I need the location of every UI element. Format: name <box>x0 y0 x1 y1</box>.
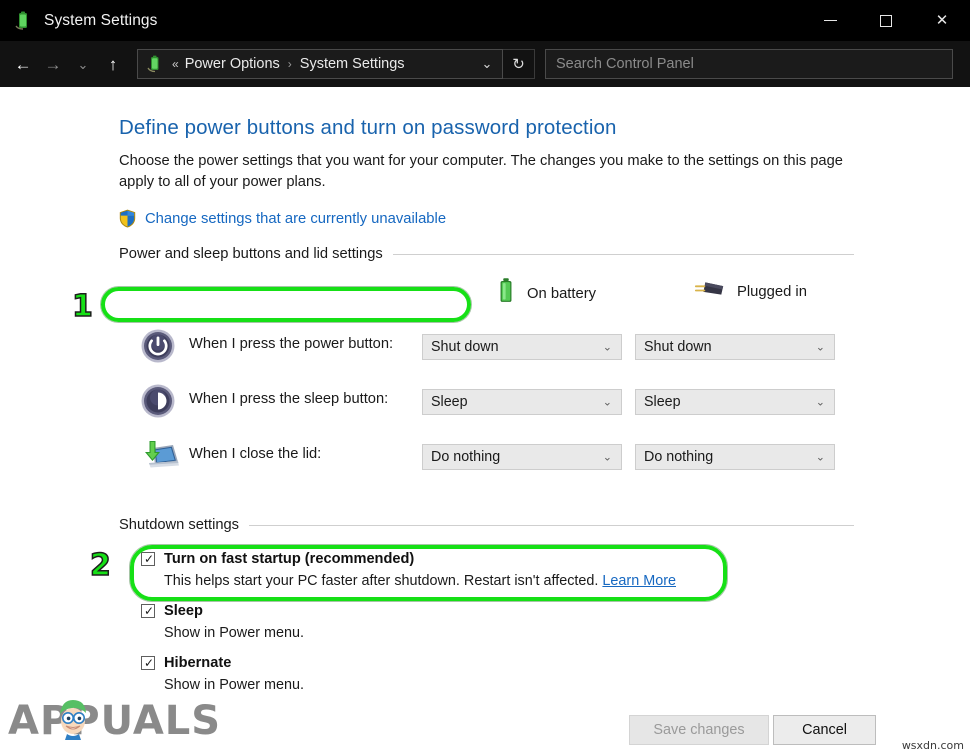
combo-sleep-button-on-battery[interactable]: Sleep ⌄ <box>422 389 622 415</box>
address-chevron-down-icon[interactable]: ⌄ <box>472 50 502 78</box>
navigation-bar: ← → ⌄ ↑ « Power Options › System Setting… <box>0 41 970 87</box>
description-text: This helps start your PC faster after sh… <box>164 573 598 589</box>
checkbox-description-sleep: Show in Power menu. <box>164 625 304 641</box>
maximize-icon <box>880 15 892 27</box>
battery-icon <box>12 10 34 32</box>
setting-label-sleep-button: When I press the sleep button: <box>189 391 388 407</box>
page-title: Define power buttons and turn on passwor… <box>119 116 617 140</box>
combo-value: Shut down <box>644 339 712 355</box>
minimize-icon <box>824 20 837 21</box>
combo-value: Sleep <box>431 394 468 410</box>
maximize-button[interactable] <box>858 0 914 41</box>
breadcrumb-leading: « <box>172 57 179 71</box>
breadcrumb-item-system-settings[interactable]: System Settings <box>300 56 405 72</box>
window-title: System Settings <box>44 12 158 30</box>
check-icon: ✓ <box>144 656 154 670</box>
title-bar: System Settings ✕ <box>0 0 970 41</box>
checkbox-label-fast-startup: Turn on fast startup (recommended) <box>164 551 414 567</box>
close-icon: ✕ <box>936 13 949 28</box>
refresh-icon[interactable]: ↻ <box>503 49 535 79</box>
checkbox-description-hibernate: Show in Power menu. <box>164 677 304 693</box>
address-battery-icon <box>145 54 165 74</box>
appuals-watermark: APPUALS <box>8 698 221 744</box>
checkbox-description-fast-startup: This helps start your PC faster after sh… <box>164 573 676 589</box>
check-icon: ✓ <box>144 552 154 566</box>
power-column-headers: On battery Plugged in <box>0 277 970 307</box>
checkbox-label-sleep: Sleep <box>164 603 203 619</box>
learn-more-link[interactable]: Learn More <box>602 573 676 589</box>
check-icon: ✓ <box>144 604 154 618</box>
chevron-down-icon: ⌄ <box>603 396 612 409</box>
section-divider <box>393 254 854 255</box>
uac-link-label: Change settings that are currently unava… <box>145 211 446 227</box>
annotation-number-2: 2 <box>90 551 111 581</box>
setting-label-power-button: When I press the power button: <box>189 336 393 352</box>
wsxdn-watermark: wsxdn.com <box>902 739 964 752</box>
checkbox-label-hibernate: Hibernate <box>164 655 231 671</box>
window-controls: ✕ <box>802 0 970 41</box>
chevron-down-icon: ⌄ <box>816 396 825 409</box>
annotation-number-1: 1 <box>72 292 93 322</box>
appuals-wordmark: APPUALS <box>8 698 221 744</box>
column-label-on-battery: On battery <box>527 286 596 302</box>
combo-value: Shut down <box>431 339 499 355</box>
shutdown-section-heading-label: Shutdown settings <box>119 517 239 533</box>
appuals-mascot-icon <box>50 694 96 740</box>
combo-close-lid-on-battery[interactable]: Do nothing ⌄ <box>422 444 622 470</box>
save-changes-button[interactable]: Save changes <box>629 715 769 745</box>
power-section-heading-label: Power and sleep buttons and lid settings <box>119 246 383 262</box>
recent-locations-chevron-down-icon[interactable]: ⌄ <box>68 41 98 87</box>
checkbox-fast-startup[interactable]: ✓ <box>141 552 155 566</box>
combo-power-button-plugged-in[interactable]: Shut down ⌄ <box>635 334 835 360</box>
checkbox-sleep[interactable]: ✓ <box>141 604 155 618</box>
close-button[interactable]: ✕ <box>914 0 970 41</box>
combo-value: Do nothing <box>644 449 713 465</box>
combo-power-button-on-battery[interactable]: Shut down ⌄ <box>422 334 622 360</box>
page-description: Choose the power settings that you want … <box>119 151 854 193</box>
combo-close-lid-plugged-in[interactable]: Do nothing ⌄ <box>635 444 835 470</box>
breadcrumb-item-power-options[interactable]: Power Options <box>185 56 280 72</box>
search-input[interactable]: Search Control Panel <box>545 49 953 79</box>
combo-value: Sleep <box>644 394 681 410</box>
chevron-down-icon: ⌄ <box>603 341 612 354</box>
content-area: Define power buttons and turn on passwor… <box>0 87 970 695</box>
up-arrow-icon[interactable]: ↑ <box>98 41 128 87</box>
address-bar[interactable]: « Power Options › System Settings ⌄ <box>137 49 503 79</box>
shutdown-section-heading: Shutdown settings <box>119 517 854 533</box>
chevron-down-icon: ⌄ <box>603 451 612 464</box>
chevron-down-icon: ⌄ <box>816 341 825 354</box>
combo-value: Do nothing <box>431 449 500 465</box>
shield-icon <box>119 209 136 228</box>
setting-label-close-lid: When I close the lid: <box>189 446 321 462</box>
cancel-button[interactable]: Cancel <box>773 715 876 745</box>
setting-row-power-button: When I press the power button: Shut down… <box>0 325 970 371</box>
search-placeholder: Search Control Panel <box>556 56 694 72</box>
power-plug-icon <box>694 277 726 306</box>
combo-sleep-button-plugged-in[interactable]: Sleep ⌄ <box>635 389 835 415</box>
forward-arrow-icon[interactable]: → <box>38 41 68 87</box>
minimize-button[interactable] <box>802 0 858 41</box>
back-arrow-icon[interactable]: ← <box>8 41 38 87</box>
battery-icon <box>496 277 516 310</box>
section-divider <box>249 525 854 526</box>
sleep-button-icon <box>140 383 176 419</box>
column-label-plugged-in: Plugged in <box>737 284 807 300</box>
chevron-down-icon: ⌄ <box>816 451 825 464</box>
column-header-plugged-in: Plugged in <box>694 277 807 306</box>
breadcrumb-separator: › <box>288 57 292 71</box>
checkbox-hibernate[interactable]: ✓ <box>141 656 155 670</box>
column-header-on-battery: On battery <box>496 277 596 310</box>
power-button-icon <box>140 328 176 364</box>
setting-row-close-lid: When I close the lid: Do nothing ⌄ Do no… <box>0 435 970 481</box>
close-lid-icon <box>140 438 176 474</box>
uac-link[interactable]: Change settings that are currently unava… <box>119 209 446 228</box>
setting-row-sleep-button: When I press the sleep button: Sleep ⌄ S… <box>0 380 970 426</box>
system-settings-window: System Settings ✕ ← → ⌄ ↑ <box>0 0 970 755</box>
power-section-heading: Power and sleep buttons and lid settings <box>119 246 854 262</box>
